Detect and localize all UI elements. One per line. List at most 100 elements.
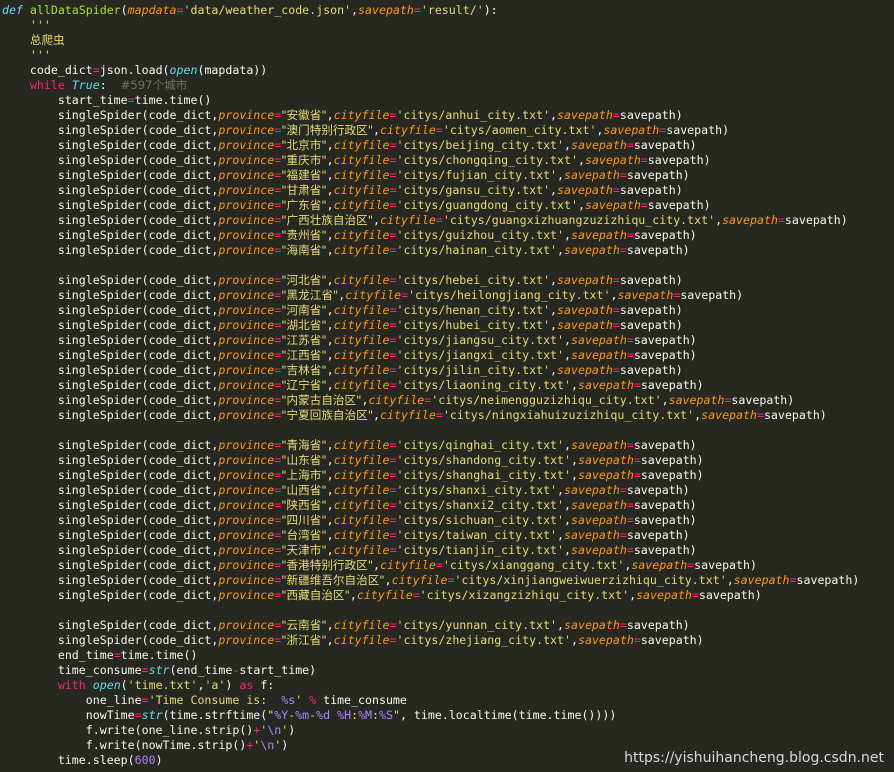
- code-token: province: [218, 228, 275, 242]
- code-token: 'citys/guizhou_city.txt': [396, 228, 565, 242]
- code-token: =: [626, 348, 634, 362]
- code-editor[interactable]: def allDataSpider(mapdata='data/weather_…: [2, 3, 894, 768]
- code-token: =: [633, 453, 641, 467]
- code-token: ,: [550, 273, 558, 287]
- code-token: savepath): [626, 483, 690, 497]
- code-token: "福建省": [281, 168, 327, 182]
- code-token: savepath: [584, 153, 641, 167]
- code-token: cityfile: [333, 273, 390, 287]
- code-line: nowTime=str(time.strftime("%Y-%m-%d %H:%…: [2, 708, 894, 723]
- code-token: singleSpider(code_dict,: [2, 243, 219, 257]
- code-token: savepath: [557, 183, 613, 197]
- code-token: 'Time Consume is:: [148, 693, 282, 707]
- code-token: =: [435, 408, 443, 422]
- code-token: "黑龙江省": [281, 288, 339, 302]
- code-line: code_dict=json.load(open(mapdata)): [2, 63, 894, 78]
- code-token: savepath: [631, 558, 688, 572]
- code-token: savepath: [571, 513, 627, 527]
- code-token: time_consume: [316, 693, 407, 707]
- code-token: =: [640, 198, 648, 212]
- code-token: province: [218, 588, 275, 602]
- code-token: savepath): [633, 138, 697, 152]
- code-token: ,: [326, 528, 334, 542]
- code-token: singleSpider(code_dict,: [2, 633, 219, 647]
- code-token: province: [218, 498, 275, 512]
- code-token: province: [218, 513, 275, 527]
- code-line: singleSpider(code_dict,province="云南省",ci…: [2, 618, 894, 633]
- code-token: =: [612, 303, 620, 317]
- code-token: singleSpider(code_dict,: [2, 483, 219, 497]
- code-token: province: [218, 318, 275, 332]
- code-token: 'citys/guangdong_city.txt': [396, 198, 578, 212]
- code-token: cityfile: [356, 588, 413, 602]
- code-line: singleSpider(code_dict,province="江西省",ci…: [2, 348, 894, 363]
- code-token: province: [218, 573, 275, 587]
- code-token: cityfile: [391, 573, 448, 587]
- code-token: str: [141, 708, 163, 722]
- code-token: ,: [326, 138, 334, 152]
- code-token: ,: [373, 213, 381, 227]
- code-token: =: [626, 543, 634, 557]
- code-token: savepath): [640, 633, 704, 647]
- code-token: savepath: [571, 543, 627, 557]
- code-token: province: [218, 558, 275, 572]
- code-token: 'result/': [420, 3, 484, 17]
- code-token: 'citys/neimengguzizhiqu_city.txt': [431, 393, 662, 407]
- code-token: cityfile: [333, 453, 390, 467]
- code-token: "江西省": [281, 348, 327, 362]
- code-token: ,: [564, 438, 571, 452]
- code-token: ,: [550, 363, 558, 377]
- code-token: =: [113, 648, 121, 662]
- code-token: time.time(): [120, 648, 198, 662]
- code-token: savepath): [619, 108, 683, 122]
- code-token: start_time): [239, 663, 317, 677]
- code-token: 'citys/xinjiangweiwuerzizhiqu_city.txt': [454, 573, 727, 587]
- code-token: singleSpider(code_dict,: [2, 213, 219, 227]
- code-token: cityfile: [368, 393, 425, 407]
- code-line: singleSpider(code_dict,province="湖北省",ci…: [2, 318, 894, 333]
- code-token: cityfile: [333, 198, 390, 212]
- code-token: ,: [557, 483, 565, 497]
- code-line: singleSpider(code_dict,province="青海省",ci…: [2, 438, 894, 453]
- code-token: 'citys/anhui_city.txt': [396, 108, 551, 122]
- code-line: singleSpider(code_dict,province="天津市",ci…: [2, 543, 894, 558]
- code-line: singleSpider(code_dict,province="福建省",ci…: [2, 168, 894, 183]
- code-token: savepath: [564, 528, 620, 542]
- code-token: cityfile: [333, 468, 390, 482]
- code-token: , time.localtime(time.time()))): [399, 708, 617, 722]
- code-token: "辽宁省": [281, 378, 327, 392]
- code-token: 总爬虫: [29, 33, 65, 47]
- code-token: %M: [358, 708, 373, 722]
- code-token: "新疆维吾尔自治区": [281, 573, 385, 587]
- code-token: 'time.txt': [127, 678, 198, 692]
- code-token: ,: [629, 588, 637, 602]
- code-token: str: [148, 663, 170, 677]
- code-token: ,: [550, 108, 558, 122]
- code-token: cityfile: [333, 513, 390, 527]
- code-token: ,: [326, 633, 334, 647]
- code-token: savepath): [619, 183, 683, 197]
- code-token: f.write(one_line.strip(): [2, 723, 254, 737]
- code-line: one_line='Time Consume is: %s' % time_co…: [2, 693, 894, 708]
- code-token: province: [218, 528, 275, 542]
- code-token: %m: [295, 708, 310, 722]
- code-token: "山西省": [281, 483, 327, 497]
- code-token: singleSpider(code_dict,: [2, 153, 219, 167]
- code-token: savepath: [557, 303, 613, 317]
- code-token: =: [626, 138, 634, 152]
- code-token: province: [218, 348, 275, 362]
- code-token: singleSpider(code_dict,: [2, 528, 219, 542]
- code-token: True: [71, 78, 100, 92]
- code-token: 'citys/shandong_city.txt': [396, 453, 571, 467]
- code-token: =: [626, 228, 634, 242]
- code-token: province: [218, 213, 275, 227]
- code-token: savepath: [577, 468, 634, 482]
- code-token: province: [218, 453, 275, 467]
- code-token: savepath): [640, 453, 704, 467]
- code-token: savepath: [571, 348, 627, 362]
- code-token: province: [218, 303, 275, 317]
